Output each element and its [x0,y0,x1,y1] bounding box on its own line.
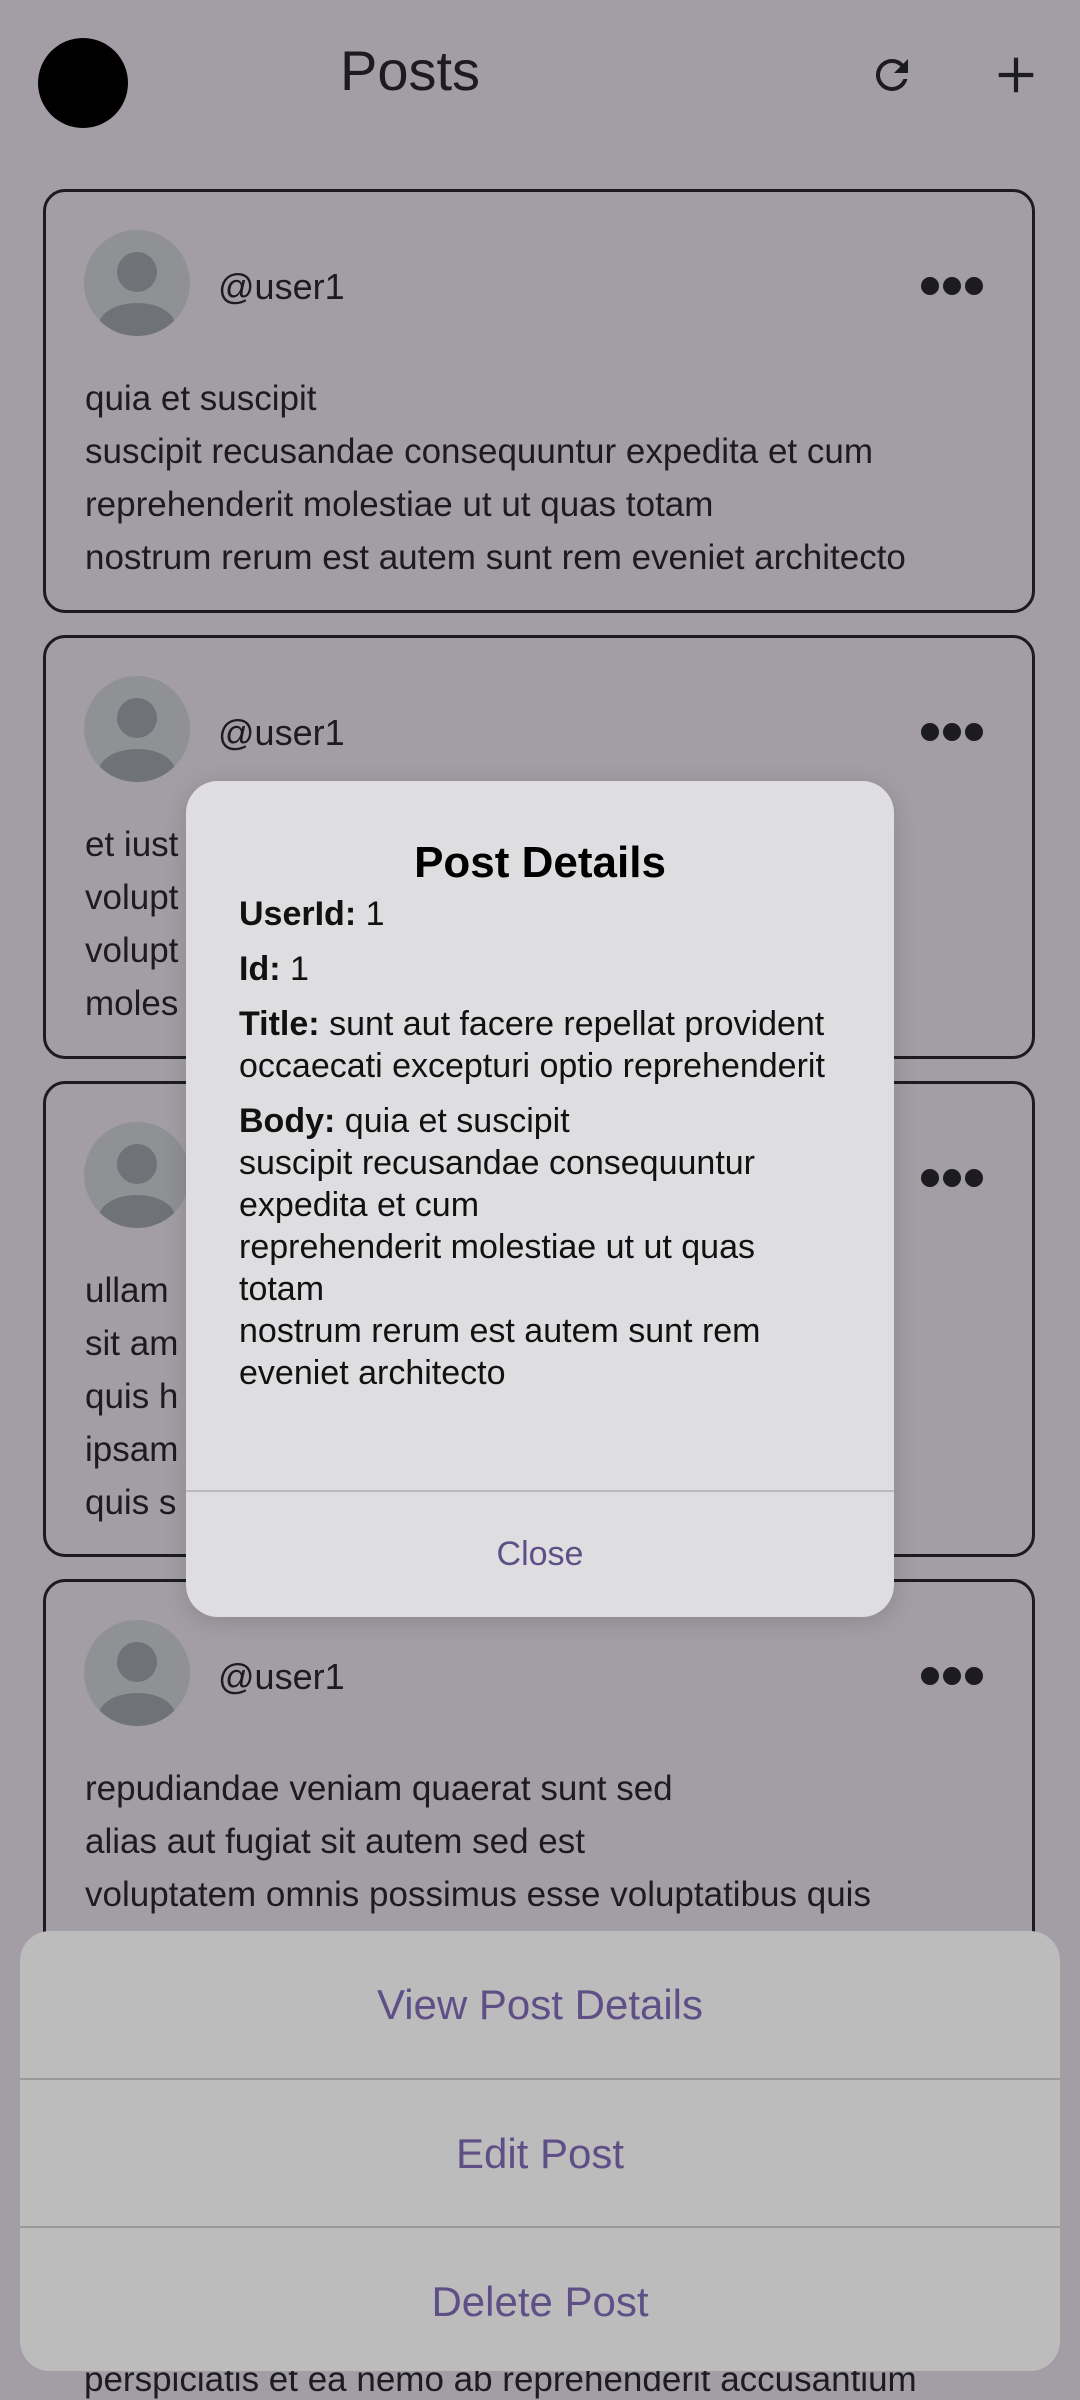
id-field: Id: 1 [239,948,839,990]
id-value: 1 [290,950,309,988]
body-label: Body: [239,1102,336,1140]
refresh-icon [875,58,908,91]
close-button[interactable]: Close [186,1492,894,1617]
more-horiz-icon [921,1667,983,1685]
user-avatar-icon [84,230,190,336]
user-avatar-icon [84,1122,190,1228]
post-details-dialog: Post Details UserId: 1 Id: 1 Title: sunt… [186,781,894,1617]
more-horiz-icon [921,1169,983,1187]
profile-avatar[interactable] [38,38,128,128]
more-horiz-icon [921,723,983,741]
title-label: Title: [239,1005,320,1043]
add-post-button[interactable] [976,40,1056,110]
post-username: @user1 [218,712,345,753]
post-body: quia et suscipit suscipit recusandae con… [85,379,906,577]
post-card[interactable]: @user1 quia et suscipit suscipit recusan… [43,189,1035,613]
more-options-button[interactable] [912,1158,992,1198]
body-field: Body: quia et suscipit suscipit recusand… [239,1100,839,1394]
user-avatar-icon [84,1620,190,1726]
dialog-title: Post Details [414,838,666,887]
edit-post-button[interactable]: Edit Post [20,2080,1060,2227]
refresh-button[interactable] [852,40,932,110]
userid-label: UserId: [239,895,357,933]
userid-field: UserId: 1 [239,893,839,935]
body-value: quia et suscipit suscipit recusandae con… [239,1102,761,1392]
view-post-details-button[interactable]: View Post Details [20,1931,1060,2078]
post-username: @user1 [218,266,345,307]
user-avatar-icon [84,676,190,782]
dialog-content: UserId: 1 Id: 1 Title: sunt aut facere r… [239,893,839,1407]
post-username: @user1 [218,1656,345,1697]
more-options-button[interactable] [912,266,992,306]
page-title: Posts [340,39,481,102]
app-bar: Posts [0,0,1080,150]
more-horiz-icon [921,277,983,295]
more-options-button[interactable] [912,1656,992,1696]
id-label: Id: [239,950,281,988]
post-actions-sheet: View Post Details Edit Post Delete Post [20,1931,1060,2371]
title-field: Title: sunt aut facere repellat providen… [239,1003,839,1087]
add-icon [998,57,1034,93]
more-options-button[interactable] [912,712,992,752]
delete-post-button[interactable]: Delete Post [20,2228,1060,2371]
userid-value: 1 [365,895,385,933]
title-value: sunt aut facere repellat provident occae… [239,1005,825,1085]
